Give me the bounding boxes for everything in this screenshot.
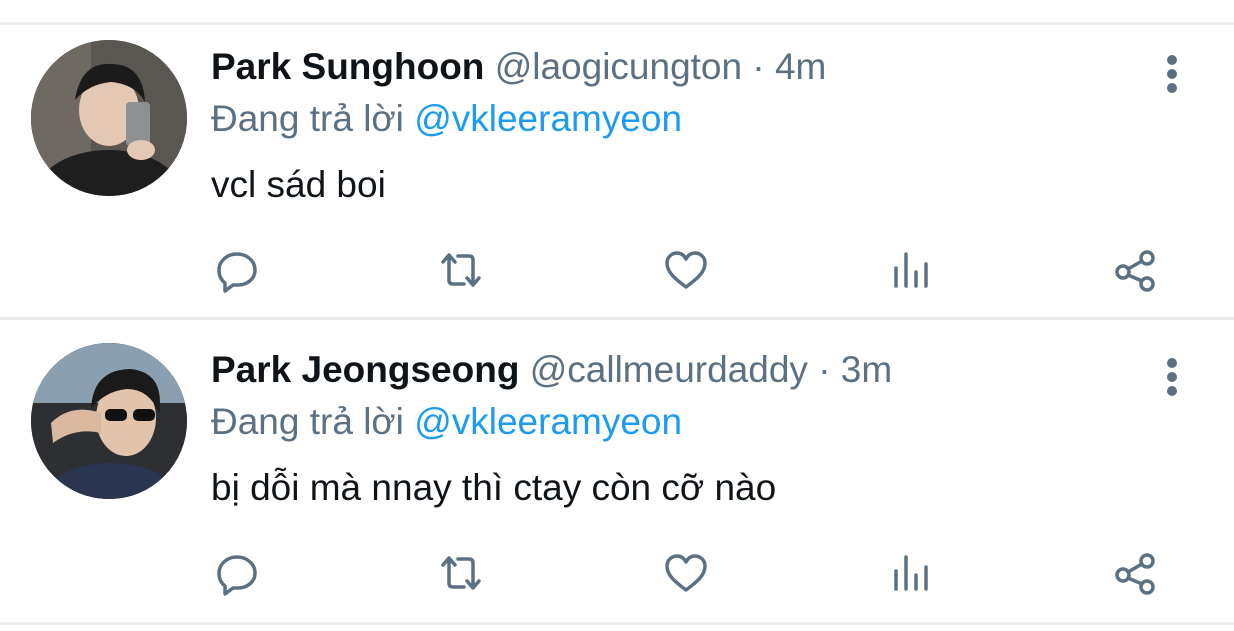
- display-name[interactable]: Park Sunghoon: [211, 46, 484, 87]
- analytics-button[interactable]: [882, 242, 938, 298]
- avatar[interactable]: [31, 40, 187, 196]
- retweet-icon: [441, 556, 481, 590]
- separator-dot: ·: [818, 349, 831, 390]
- tweet[interactable]: Park Jeongseong @callmeurdaddy · 3m Đang…: [0, 325, 1234, 625]
- reply-mention-link[interactable]: @vkleeramyeon: [414, 98, 682, 139]
- tweet-header: Park Jeongseong @callmeurdaddy · 3m: [211, 345, 892, 395]
- timestamp[interactable]: 4m: [775, 46, 826, 87]
- share-icon: [1115, 553, 1155, 595]
- timestamp[interactable]: 3m: [841, 349, 892, 390]
- share-button[interactable]: [1107, 545, 1163, 601]
- user-handle[interactable]: @laogicungton: [495, 46, 742, 87]
- reply-button[interactable]: [209, 545, 265, 601]
- tweet-text: bị dỗi mà nnay thì ctay còn cỡ nào: [211, 467, 777, 508]
- more-vertical-icon: [1167, 358, 1177, 396]
- avatar[interactable]: [31, 343, 187, 499]
- retweet-button[interactable]: [433, 242, 489, 298]
- share-button[interactable]: [1107, 242, 1163, 298]
- reply-button[interactable]: [209, 242, 265, 298]
- retweet-button[interactable]: [433, 545, 489, 601]
- divider: [0, 317, 1234, 320]
- reply-icon: [217, 252, 257, 293]
- reply-prefix: Đang trả lời: [211, 98, 404, 139]
- separator-dot: ·: [752, 46, 765, 87]
- more-options-button[interactable]: [1150, 44, 1194, 104]
- retweet-icon: [441, 253, 481, 287]
- share-icon: [1115, 250, 1155, 292]
- timeline: Park Sunghoon @laogicungton · 4m Đang tr…: [0, 0, 1234, 631]
- reply-context: Đang trả lời @vkleeramyeon: [211, 397, 682, 447]
- display-name[interactable]: Park Jeongseong: [211, 349, 519, 390]
- tweet-text: vcl sád boi: [211, 164, 386, 205]
- analytics-icon: [894, 252, 928, 288]
- reply-context: Đang trả lời @vkleeramyeon: [211, 94, 682, 144]
- like-button[interactable]: [658, 242, 714, 298]
- tweet[interactable]: Park Sunghoon @laogicungton · 4m Đang tr…: [0, 22, 1234, 322]
- analytics-icon: [894, 555, 928, 591]
- tweet-header: Park Sunghoon @laogicungton · 4m: [211, 42, 826, 92]
- avatar-photo-icon: [31, 343, 187, 499]
- analytics-button[interactable]: [882, 545, 938, 601]
- reply-icon: [217, 555, 257, 596]
- like-icon: [665, 554, 707, 592]
- like-icon: [665, 251, 707, 289]
- user-handle[interactable]: @callmeurdaddy: [530, 349, 808, 390]
- tweet-actions: [0, 545, 1234, 601]
- tweet-actions: [0, 242, 1234, 298]
- more-vertical-icon: [1167, 55, 1177, 93]
- more-options-button[interactable]: [1150, 347, 1194, 407]
- divider: [0, 622, 1234, 625]
- reply-prefix: Đang trả lời: [211, 401, 404, 442]
- like-button[interactable]: [658, 545, 714, 601]
- avatar-photo-icon: [31, 40, 187, 196]
- reply-mention-link[interactable]: @vkleeramyeon: [414, 401, 682, 442]
